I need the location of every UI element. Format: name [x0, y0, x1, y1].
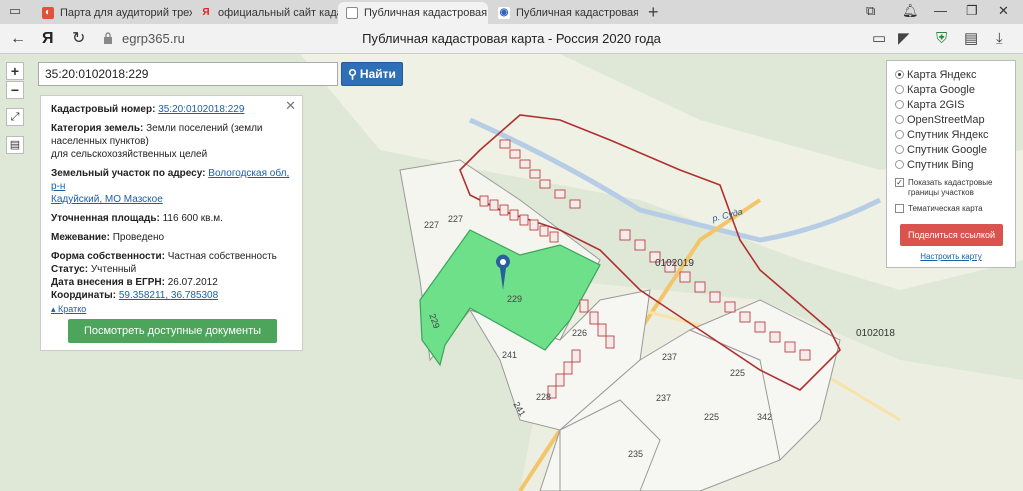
find-button[interactable]: ⚲ Найти: [341, 62, 403, 86]
minimize-icon[interactable]: —: [934, 3, 947, 18]
area-label: Уточненная площадь:: [51, 213, 160, 224]
checkbox-checked-icon[interactable]: ✓: [895, 178, 904, 187]
radio-icon[interactable]: [895, 85, 904, 94]
tab-title: Публичная кадастровая: [364, 7, 488, 19]
view-documents-button[interactable]: Посмотреть доступные документы: [68, 319, 277, 343]
restore-icon[interactable]: ❐: [966, 3, 978, 19]
date-label: Дата внесения в ЕГРН:: [51, 277, 165, 288]
notifications-icon[interactable]: 🔔︎: [902, 3, 919, 19]
zoom-out-button[interactable]: −: [6, 81, 24, 99]
radio-icon[interactable]: [895, 100, 904, 109]
ownership-value: Частная собственность: [167, 251, 277, 262]
back-icon[interactable]: ←: [10, 30, 26, 48]
cadastral-label: Кадастровый номер:: [51, 104, 156, 115]
date-value: 26.07.2012: [167, 277, 218, 288]
collapse-link[interactable]: ▴ Кратко: [51, 303, 292, 316]
parcel-label: 237: [662, 352, 678, 362]
tab-1[interactable]: ◐ Парта для аудиторий трех: [34, 2, 192, 24]
layer-option[interactable]: Карта Google: [895, 82, 1007, 97]
status-value: Учтенный: [90, 264, 137, 275]
parcel-label: 237: [656, 393, 672, 403]
layer-option[interactable]: Спутник Bing: [895, 157, 1007, 172]
caret-up-icon: ▴: [51, 304, 56, 314]
layer-option[interactable]: Спутник Google: [895, 142, 1007, 157]
coords-link[interactable]: 59.358211, 36.785308: [119, 290, 218, 301]
translate-icon[interactable]: ▤: [964, 30, 978, 48]
show-borders-option[interactable]: ✓ Показать кадастровые границы участков: [895, 178, 1007, 198]
parcel-label: 229: [507, 294, 523, 304]
print-button[interactable]: ▤: [6, 136, 24, 154]
print-icon: ▤: [9, 139, 21, 151]
layer-option[interactable]: Карта 2GIS: [895, 97, 1007, 112]
tab-strip: ▭ ◐ Парта для аудиторий трех Я официальн…: [0, 0, 1023, 24]
parcel-label: 342: [757, 412, 773, 422]
tab-4[interactable]: ◉ Публичная кадастровая ка: [490, 2, 638, 24]
survey-value: Проведено: [112, 232, 165, 243]
favicon-icon: ◐: [42, 7, 54, 19]
search-icon: ⚲: [348, 67, 357, 81]
status-label: Статус:: [51, 264, 89, 275]
coords-label: Координаты:: [51, 290, 117, 301]
radio-icon[interactable]: [895, 115, 904, 124]
yandex-logo-icon[interactable]: Я: [42, 30, 54, 48]
parcel-label: 227: [448, 214, 464, 224]
address-link-2[interactable]: Кадуйский, МО Мазское: [51, 194, 163, 205]
favicon-icon: ◉: [498, 7, 510, 19]
parcel-info-panel: ✕ Кадастровый номер: 35:20:0102018:229 К…: [40, 95, 303, 351]
radio-icon[interactable]: [895, 130, 904, 139]
checkbox-icon[interactable]: [895, 204, 904, 213]
configure-map-link[interactable]: Настроить карту: [895, 252, 1007, 261]
lock-icon[interactable]: [103, 32, 113, 44]
tab-3[interactable]: Публичная кадастровая ✕: [338, 2, 488, 24]
protect-icon[interactable]: ⛨: [936, 30, 947, 48]
reader-icon[interactable]: ▭: [872, 30, 886, 48]
radio-icon[interactable]: [895, 160, 904, 169]
survey-label: Межевание:: [51, 232, 110, 243]
block-label: 0102019: [655, 258, 694, 269]
parcel-label: 225: [704, 412, 720, 422]
fullscreen-button[interactable]: ⤢: [6, 108, 24, 126]
url-field[interactable]: egrp365.ru: [122, 31, 185, 46]
address-bar: ← Я ↻ egrp365.ru Публичная кадастровая к…: [0, 24, 1023, 54]
layer-option[interactable]: Спутник Яндекс: [895, 127, 1007, 142]
parcel-label: 227: [424, 220, 440, 230]
thematic-map-option[interactable]: Тематическая карта: [895, 204, 1007, 214]
address-label: Земельный участок по адресу:: [51, 168, 206, 179]
category-value-2: для сельскохозяйственных целей: [51, 149, 208, 160]
radio-icon[interactable]: [895, 70, 904, 79]
tab-2[interactable]: Я официальный сайт кадастр: [192, 2, 338, 24]
parcel-label: 241: [502, 350, 518, 360]
zoom-in-button[interactable]: +: [6, 62, 24, 80]
parcel-label: 226: [572, 328, 588, 338]
tab-actions-icon[interactable]: ▭: [8, 4, 22, 18]
parcel-label: 228: [536, 392, 552, 402]
expand-icon: ⤢: [10, 111, 20, 123]
page-icon: [346, 7, 358, 19]
share-link-button[interactable]: Поделиться ссылкой: [900, 224, 1003, 246]
layer-option[interactable]: OpenStreetMap: [895, 112, 1007, 127]
category-label: Категория земель:: [51, 123, 144, 134]
tab-title: официальный сайт кадастр: [218, 7, 338, 19]
search-input[interactable]: [38, 62, 338, 86]
ownership-label: Форма собственности:: [51, 251, 165, 262]
tab-title: Парта для аудиторий трех: [60, 7, 192, 19]
close-window-icon[interactable]: ✕: [998, 3, 1009, 19]
new-tab-button[interactable]: +: [648, 2, 659, 22]
cadastral-number-link[interactable]: 35:20:0102018:229: [158, 104, 244, 115]
bookmark-icon[interactable]: ◤: [898, 30, 910, 48]
tab-title: Публичная кадастровая ка: [516, 7, 638, 19]
collections-icon[interactable]: ⧉: [866, 3, 875, 19]
download-icon[interactable]: ⤓: [996, 30, 1003, 48]
reload-icon[interactable]: ↻: [72, 30, 85, 48]
radio-icon[interactable]: [895, 145, 904, 154]
layer-option[interactable]: Карта Яндекс: [895, 67, 1007, 82]
area-value: 116 600 кв.м.: [162, 213, 223, 224]
yandex-icon: Я: [202, 7, 210, 18]
parcel-label: 235: [628, 449, 644, 459]
map-layers-panel: Карта Яндекс Карта Google Карта 2GIS Ope…: [886, 60, 1016, 268]
parcel-label: 225: [730, 368, 746, 378]
close-icon[interactable]: ✕: [285, 99, 296, 112]
block-label: 0102018: [856, 328, 895, 339]
